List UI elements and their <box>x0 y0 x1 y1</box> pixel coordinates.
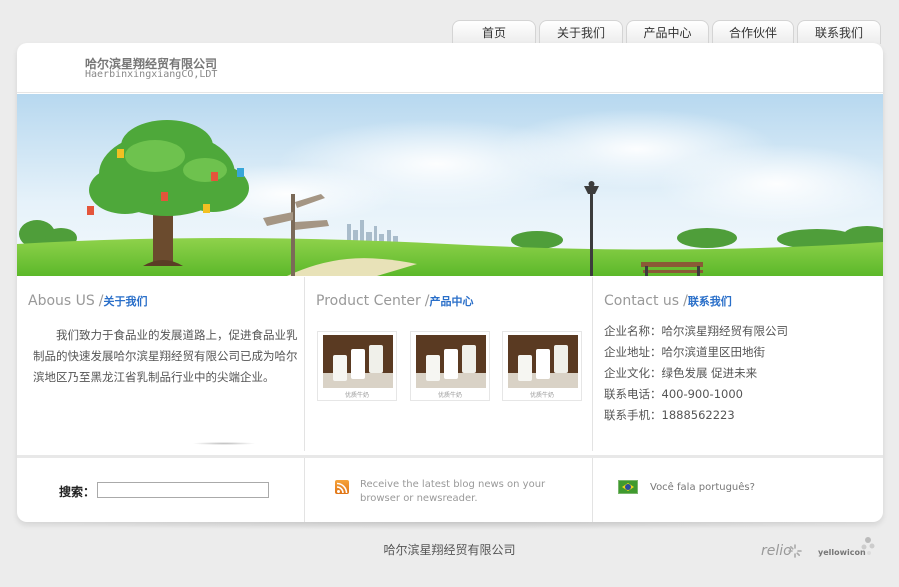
search-label: 搜索： <box>59 485 96 499</box>
main-nav: 首页 关于我们 产品中心 合作伙伴 联系我们 <box>452 20 881 44</box>
products-title: Product Center/产品中心 <box>316 293 473 309</box>
contact-info: 企业名称：哈尔滨星翔经贸有限公司 企业地址：哈尔滨道里区田地街 企业文化：绿色发… <box>604 321 788 426</box>
site-header: 哈尔滨星翔经贸有限公司 HaerbinxingxiangCO,LDT <box>17 43 883 93</box>
product-caption: 优质牛奶 <box>437 392 462 399</box>
nav-products[interactable]: 产品中心 <box>626 20 709 44</box>
products-title-en: Product Center <box>316 293 421 309</box>
yellowicon-mark-icon <box>861 537 875 555</box>
contact-culture: 企业文化：绿色发展 促进未来 <box>604 366 758 380</box>
nav-home[interactable]: 首页 <box>452 20 536 44</box>
rss-text[interactable]: Receive the latest blog news on your bro… <box>360 478 560 506</box>
contact-address: 企业地址：哈尔滨道里区田地街 <box>604 345 765 359</box>
divider-shadow <box>192 442 256 445</box>
about-title-en: Abous US <box>28 293 95 309</box>
search-area: 搜索： <box>17 458 305 522</box>
about-text: 我们致力于食品业的发展道路上，促进食品业乳制品的快速发展哈尔滨星翔经贸有限公司已… <box>33 328 298 384</box>
milk-glasses-image <box>508 335 578 388</box>
nav-contact[interactable]: 联系我们 <box>797 20 881 44</box>
contact-phone: 联系电话：400-900-1000 <box>604 387 743 401</box>
product-caption: 优质牛奶 <box>529 392 554 399</box>
products-title-cn[interactable]: 产品中心 <box>429 295 473 308</box>
brazil-flag-icon[interactable] <box>618 480 638 494</box>
product-caption: 优质牛奶 <box>344 392 369 399</box>
product-card[interactable]: 优质牛奶 <box>502 331 582 401</box>
language-link[interactable]: Você fala português? <box>650 482 755 493</box>
company-name-en: HaerbinxingxiangCO,LDT <box>85 69 218 80</box>
about-title-cn[interactable]: 关于我们 <box>104 295 148 308</box>
relio-mark-icon <box>788 544 802 558</box>
milk-glasses-image <box>323 335 393 388</box>
language-area: Você fala português? <box>593 458 883 522</box>
about-section: Abous US/关于我们 我们致力于食品业的发展道路上，促进食品业乳制品的快速… <box>17 277 305 451</box>
info-sections: Abous US/关于我们 我们致力于食品业的发展道路上，促进食品业乳制品的快速… <box>17 277 883 451</box>
rss-icon[interactable] <box>335 480 349 494</box>
nav-about[interactable]: 关于我们 <box>539 20 623 44</box>
products-section: Product Center/产品中心 优质牛奶 优质牛奶 优质牛奶 <box>305 277 593 451</box>
card-shadow <box>10 522 889 530</box>
bottom-bar: 搜索： Receive the latest blog news on your… <box>17 455 883 522</box>
contact-title: Contact us/联系我们 <box>604 293 732 309</box>
product-card[interactable]: 优质牛奶 <box>317 331 397 401</box>
search-input[interactable] <box>97 482 269 498</box>
contact-company: 企业名称：哈尔滨星翔经贸有限公司 <box>604 324 788 338</box>
about-title: Abous US/关于我们 <box>28 293 148 309</box>
nav-partners[interactable]: 合作伙伴 <box>712 20 794 44</box>
milk-glasses-image <box>416 335 486 388</box>
contact-section: Contact us/联系我们 企业名称：哈尔滨星翔经贸有限公司 企业地址：哈尔… <box>593 277 883 451</box>
rss-area: Receive the latest blog news on your bro… <box>305 458 593 522</box>
main-card: 哈尔滨星翔经贸有限公司 HaerbinxingxiangCO,LDT Abous… <box>17 43 883 522</box>
product-card[interactable]: 优质牛奶 <box>410 331 490 401</box>
contact-title-en: Contact us <box>604 293 680 309</box>
banner-illustration <box>17 94 883 276</box>
contact-title-cn[interactable]: 联系我们 <box>688 295 732 308</box>
hero-banner <box>17 94 883 276</box>
contact-mobile: 联系手机：1888562223 <box>604 408 735 422</box>
